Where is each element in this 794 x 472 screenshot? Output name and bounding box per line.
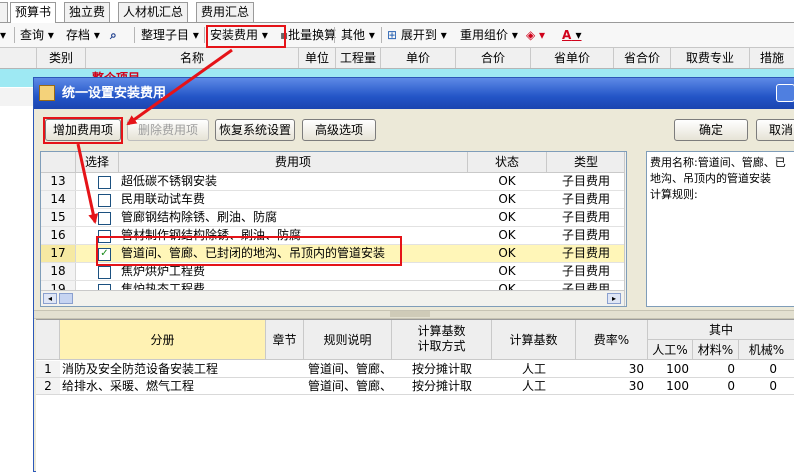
annotation-arrow-to-add-button	[126, 48, 233, 126]
annotation-arrows	[76, 48, 233, 224]
annotation-arrow-to-row17	[76, 143, 99, 224]
